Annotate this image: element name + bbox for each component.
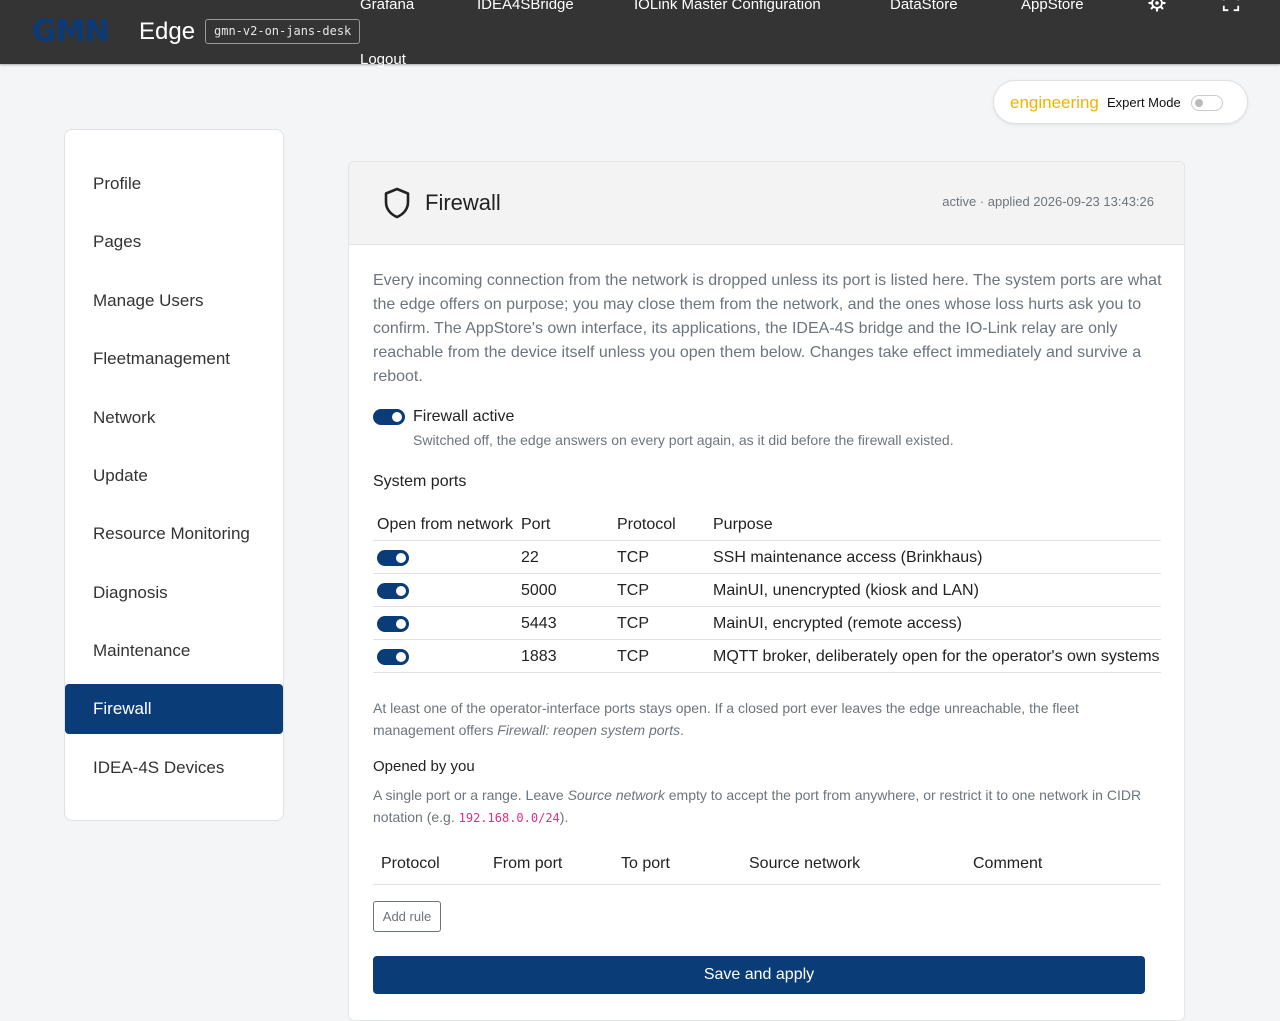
purpose-cell: SSH maintenance access (Brinkhaus) <box>713 549 983 566</box>
nav-link-appstore[interactable]: AppStore <box>1021 0 1084 14</box>
sidebar-item-resource-monitoring[interactable]: Resource Monitoring <box>65 509 283 559</box>
sidebar-item-firewall[interactable]: Firewall <box>65 684 283 734</box>
port-cell: 5000 <box>521 582 557 599</box>
port-cell: 1883 <box>521 648 557 665</box>
logo: GMN <box>32 14 110 49</box>
user-role-label: engineering <box>1010 93 1099 112</box>
cidr-example: 192.168.0.0/24 <box>458 811 560 825</box>
card-header: Firewall active · applied 2026-09-23 13:… <box>349 162 1184 245</box>
note-emphasis: Firewall: reopen system ports <box>497 722 681 738</box>
brand-name: Edge <box>139 18 196 45</box>
port-open-toggle[interactable] <box>377 616 409 632</box>
purpose-cell: MainUI, encrypted (remote access) <box>713 615 962 632</box>
table-divider <box>373 540 1161 541</box>
port-open-toggle[interactable] <box>377 583 409 599</box>
sidebar-item-idea-4s-devices[interactable]: IDEA-4S Devices <box>65 743 283 793</box>
sidebar-item-maintenance[interactable]: Maintenance <box>65 626 283 676</box>
purpose-cell: MQTT broker, deliberately open for the o… <box>713 648 1160 665</box>
table-divider <box>373 573 1161 574</box>
nav-link-grafana[interactable]: Grafana <box>360 0 414 14</box>
sidebar-item-diagnosis[interactable]: Diagnosis <box>65 568 283 618</box>
user-rules-help: A single port or a range. Leave Source n… <box>373 784 1163 829</box>
toggle-knob <box>392 412 402 422</box>
add-rule-button[interactable]: Add rule <box>373 901 441 932</box>
shield-icon <box>384 187 410 219</box>
sidebar-item-update[interactable]: Update <box>65 451 283 501</box>
table-divider <box>373 606 1161 607</box>
sidebar-item-profile[interactable]: Profile <box>65 159 283 209</box>
nav-link-logout[interactable]: Logout <box>360 51 406 69</box>
sidebar-item-pages[interactable]: Pages <box>65 217 283 267</box>
column-header-port: Port <box>521 516 551 533</box>
expert-mode-toggle[interactable] <box>1191 95 1223 111</box>
help-emphasis: Source network <box>567 787 665 803</box>
user-rules-title: Opened by you <box>373 758 475 775</box>
protocol-cell: TCP <box>617 582 649 599</box>
toggle-knob <box>396 619 406 629</box>
sidebar-item-fleetmanagement[interactable]: Fleetmanagement <box>65 334 283 384</box>
port-cell: 5443 <box>521 615 557 632</box>
column-header-from-port: From port <box>493 855 563 872</box>
help-text-end: ). <box>559 809 569 825</box>
column-header-protocol: Protocol <box>381 855 440 872</box>
firewall-active-toggle[interactable] <box>373 409 405 425</box>
toggle-knob <box>396 586 406 596</box>
protocol-cell: TCP <box>617 648 649 665</box>
column-header-purpose: Purpose <box>713 516 773 533</box>
system-ports-title: System ports <box>373 473 467 490</box>
settings-sidebar: Profile Pages Manage Users Fleetmanageme… <box>64 129 284 821</box>
mode-indicator: engineering Expert Mode <box>993 80 1248 124</box>
sidebar-item-manage-users[interactable]: Manage Users <box>65 276 283 326</box>
table-divider <box>373 672 1161 673</box>
toggle-knob <box>1195 99 1203 107</box>
device-name-badge: gmn-v2-on-jans-desk <box>205 19 361 44</box>
column-header-source-network: Source network <box>749 855 861 872</box>
firewall-card: Firewall active · applied 2026-09-23 13:… <box>348 161 1185 1021</box>
purpose-cell: MainUI, unencrypted (kiosk and LAN) <box>713 582 979 599</box>
gear-icon[interactable] <box>1148 0 1166 12</box>
nav-link-idea4sbridge[interactable]: IDEA4SBridge <box>477 0 574 14</box>
help-text: A single port or a range. Leave <box>373 787 568 803</box>
port-open-toggle[interactable] <box>377 550 409 566</box>
expert-mode-label: Expert Mode <box>1107 95 1181 110</box>
save-and-apply-button[interactable]: Save and apply <box>373 956 1145 994</box>
sidebar-item-network[interactable]: Network <box>65 393 283 443</box>
nav-link-datastore[interactable]: DataStore <box>890 0 958 14</box>
table-divider <box>373 639 1161 640</box>
column-header-open: Open from network <box>377 516 514 533</box>
note-text-end: . <box>680 722 684 738</box>
toggle-knob <box>396 553 406 563</box>
firewall-active-help: Switched off, the edge answers on every … <box>413 432 954 448</box>
column-header-protocol: Protocol <box>617 516 676 533</box>
protocol-cell: TCP <box>617 615 649 632</box>
protocol-cell: TCP <box>617 549 649 566</box>
fullscreen-icon[interactable] <box>1222 0 1240 12</box>
nav-link-iolink-master-configuration[interactable]: IOLink Master Configuration <box>634 0 821 14</box>
toggle-knob <box>396 652 406 662</box>
table-divider <box>373 884 1161 885</box>
column-header-to-port: To port <box>621 855 670 872</box>
column-header-comment: Comment <box>973 855 1043 872</box>
page-title: Firewall <box>425 190 501 215</box>
firewall-intro-text: Every incoming connection from the netwo… <box>373 272 1162 385</box>
port-open-toggle[interactable] <box>377 649 409 665</box>
top-navbar: GMN Edge gmn-v2-on-jans-desk Grafana IDE… <box>0 0 1280 68</box>
firewall-status: active · applied 2026-09-23 13:43:26 <box>942 194 1154 209</box>
note-text: At least one of the operator-interface p… <box>373 700 1079 738</box>
system-ports-note: At least one of the operator-interface p… <box>373 697 1163 741</box>
port-cell: 22 <box>521 549 539 566</box>
firewall-active-label: Firewall active <box>413 408 515 425</box>
